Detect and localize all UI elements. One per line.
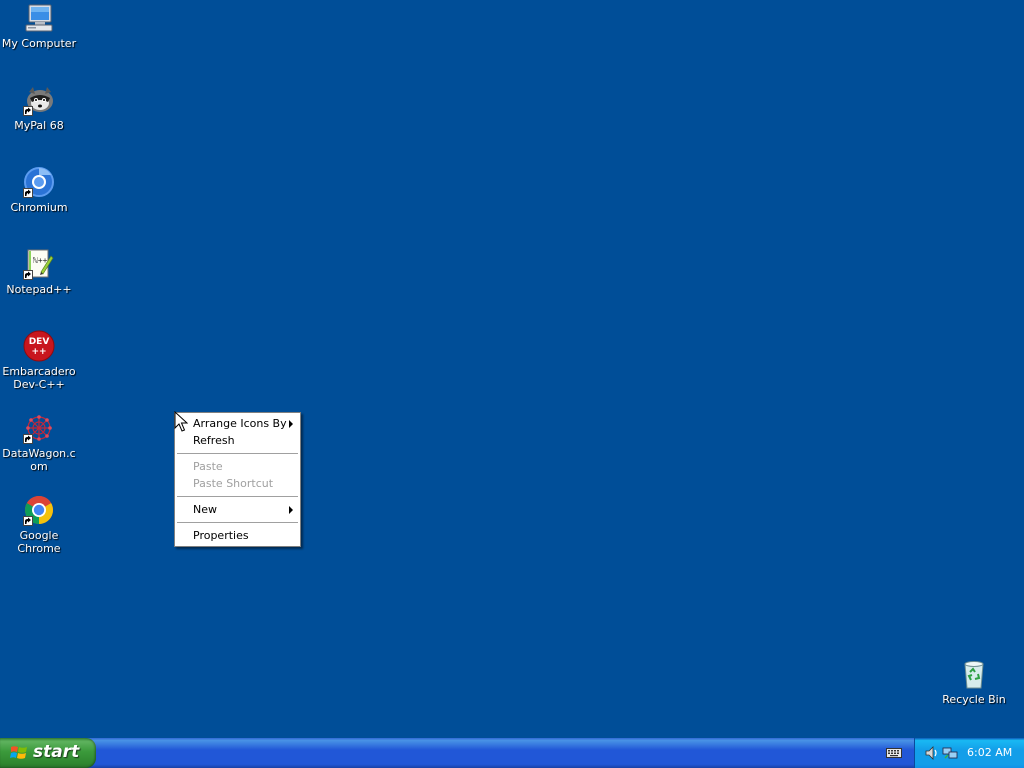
devcpp-icon: DEV ++ (23, 330, 55, 362)
shortcut-arrow-icon (23, 270, 33, 280)
desktop-icon-chromium[interactable]: Chromium (0, 166, 78, 214)
speaker-icon[interactable] (924, 745, 940, 761)
network-icon[interactable] (942, 745, 958, 761)
google-chrome-icon (23, 494, 55, 526)
menu-item-new[interactable]: New (175, 501, 300, 518)
start-button[interactable]: start (0, 738, 96, 768)
system-clock[interactable]: 6:02 AM (967, 746, 1012, 759)
desktop-icon-label: Chromium (10, 201, 68, 214)
taskbar: start 6:02 AM (0, 738, 1024, 768)
shortcut-arrow-icon (23, 434, 33, 444)
menu-item-label: Paste (193, 460, 223, 473)
menu-separator (177, 453, 298, 454)
menu-item-label: Properties (193, 529, 249, 542)
menu-separator (177, 496, 298, 497)
desktop-icon-label: Embarcadero Dev-C++ (2, 365, 76, 391)
desktop-icon-devcpp[interactable]: DEV ++ Embarcadero Dev-C++ (0, 330, 78, 391)
desktop-context-menu: Arrange Icons By Refresh Paste Paste Sho… (174, 412, 301, 547)
desktop-icon-label: My Computer (1, 37, 77, 50)
menu-item-properties[interactable]: Properties (175, 527, 300, 544)
desktop-icon-label: Google Chrome (17, 529, 61, 555)
desktop-icon-label: MyPal 68 (14, 119, 64, 132)
keyboard-icon[interactable] (886, 747, 902, 759)
svg-text:DEV: DEV (29, 337, 50, 347)
desktop-icon-mypal[interactable]: MyPal 68 (0, 84, 78, 132)
svg-text:++: ++ (31, 347, 46, 357)
menu-item-arrange-icons-by[interactable]: Arrange Icons By (175, 415, 300, 432)
chromium-icon (23, 166, 55, 198)
desktop-icon-label: DataWagon.com (2, 447, 76, 473)
svg-text:ℕ++: ℕ++ (33, 256, 48, 265)
menu-item-paste-shortcut: Paste Shortcut (175, 475, 300, 492)
menu-item-label: New (193, 503, 217, 516)
desktop-icon-label: Recycle Bin (942, 693, 1006, 706)
shortcut-arrow-icon (23, 188, 33, 198)
menu-separator (177, 522, 298, 523)
desktop-icon-my-computer[interactable]: My Computer (0, 2, 78, 50)
my-computer-icon (23, 2, 55, 34)
desktop-icon-recycle-bin[interactable]: Recycle Bin (935, 658, 1013, 706)
shortcut-arrow-icon (23, 106, 33, 116)
desktop-icon-datawagon[interactable]: DataWagon.com (0, 412, 78, 473)
mypal-icon (23, 84, 55, 116)
menu-item-refresh[interactable]: Refresh (175, 432, 300, 449)
menu-item-label: Arrange Icons By (193, 417, 287, 430)
system-tray: 6:02 AM (914, 738, 1024, 768)
datawagon-icon (23, 412, 55, 444)
desktop[interactable]: My Computer MyPal 68 Chromium ℕ++ Notepa… (0, 0, 1024, 738)
recycle-bin-icon (958, 658, 990, 690)
shortcut-arrow-icon (23, 516, 33, 526)
windows-logo-icon (10, 746, 27, 759)
submenu-arrow-icon (289, 420, 293, 428)
desktop-icon-google-chrome[interactable]: Google Chrome (0, 494, 78, 555)
menu-item-label: Refresh (193, 434, 235, 447)
mouse-pointer-icon (174, 410, 189, 433)
menu-item-paste: Paste (175, 458, 300, 475)
notepad-plus-plus-icon: ℕ++ (23, 248, 55, 280)
start-label: start (33, 742, 80, 762)
desktop-icon-notepad-plus-plus[interactable]: ℕ++ Notepad++ (0, 248, 78, 296)
desktop-icon-label: Notepad++ (6, 283, 72, 296)
menu-item-label: Paste Shortcut (193, 477, 274, 490)
submenu-arrow-icon (289, 506, 293, 514)
